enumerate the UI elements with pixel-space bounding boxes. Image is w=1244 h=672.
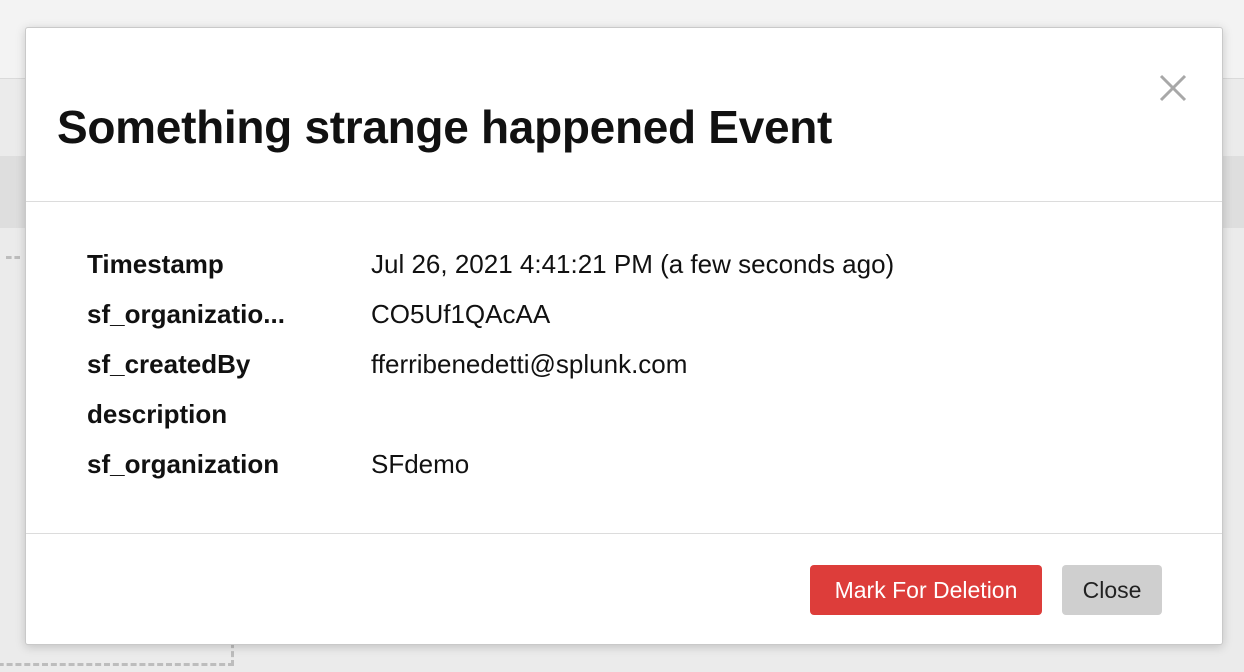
field-label: description xyxy=(87,399,228,429)
dialog-footer: Mark For Deletion Close xyxy=(26,534,1222,646)
field-row-description: description xyxy=(87,394,1187,434)
field-row-timestamp: Timestamp Jul 26, 2021 4:41:21 PM (a few… xyxy=(87,244,1187,284)
dialog-body: Timestamp Jul 26, 2021 4:41:21 PM (a few… xyxy=(26,202,1222,534)
dialog-header: Something strange happened Event xyxy=(26,28,1222,202)
field-row-sf-organization: sf_organization SFdemo xyxy=(87,444,1187,484)
field-value: Jul 26, 2021 4:41:21 PM (a few seconds a… xyxy=(371,249,895,279)
field-value: SFdemo xyxy=(371,449,470,479)
event-dialog: Something strange happened Event Timesta… xyxy=(25,27,1223,645)
field-value: fferribenedetti@splunk.com xyxy=(371,349,688,379)
dialog-title: Something strange happened Event xyxy=(57,101,833,153)
field-row-sf-organization-id: sf_organizatio... CO5Uf1QAcAA xyxy=(87,294,1187,334)
close-button[interactable]: Close xyxy=(1062,565,1162,615)
field-value: CO5Uf1QAcAA xyxy=(371,299,551,329)
field-label: sf_organization xyxy=(87,449,280,479)
close-icon[interactable] xyxy=(1158,73,1188,103)
field-label: sf_createdBy xyxy=(87,349,251,379)
field-label: Timestamp xyxy=(87,249,224,279)
mark-for-deletion-button[interactable]: Mark For Deletion xyxy=(810,565,1042,615)
field-row-sf-created-by: sf_createdBy fferribenedetti@splunk.com xyxy=(87,344,1187,384)
field-label: sf_organizatio... xyxy=(87,299,285,329)
